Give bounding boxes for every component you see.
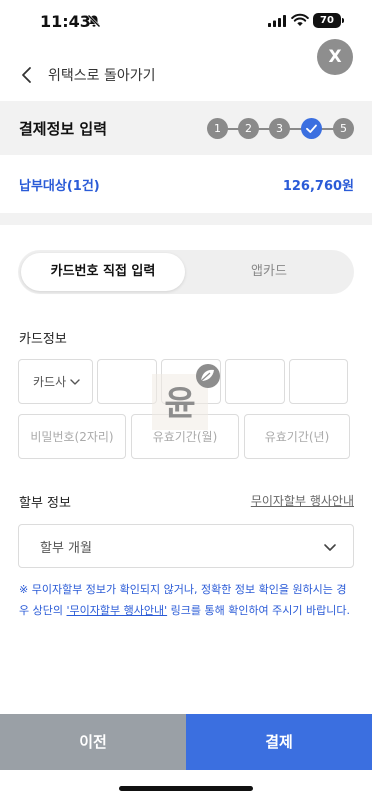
- pay-button[interactable]: 결제: [186, 714, 372, 770]
- signal-icon: [268, 15, 286, 27]
- bottom-safe-area: [0, 770, 372, 800]
- chevron-down-icon: [324, 544, 336, 551]
- card-number-field-4[interactable]: [289, 359, 348, 404]
- step-1: 1: [207, 118, 228, 139]
- card-number-field-1[interactable]: [97, 359, 157, 404]
- card-password-field[interactable]: 비밀번호(2자리): [18, 414, 126, 459]
- installment-months-select[interactable]: 할부 개월: [18, 524, 354, 568]
- expiry-year-placeholder: 유효기간(년): [264, 430, 330, 444]
- bell-off-icon: [87, 14, 101, 28]
- tab-app-card[interactable]: 앱카드: [187, 253, 351, 291]
- installment-label: 할부 정보: [19, 496, 71, 511]
- battery-tip: [342, 18, 344, 23]
- battery-icon: 70: [313, 13, 341, 28]
- wifi-icon: [291, 13, 309, 26]
- payment-target-amount: 126,760원: [282, 179, 354, 194]
- card-input-mode-tabs: 카드번호 직접 입력 앱카드: [18, 250, 354, 294]
- card-company-select[interactable]: 카드사: [18, 359, 93, 404]
- interest-free-event-link[interactable]: 무이자할부 행사안내: [251, 492, 354, 509]
- step-2: 2: [238, 118, 259, 139]
- card-info-label: 카드정보: [19, 332, 67, 347]
- card-number-field-3[interactable]: [225, 359, 285, 404]
- card-company-placeholder: 카드사: [33, 375, 67, 389]
- home-indicator: [119, 786, 253, 791]
- step-header: 결제정보 입력 1 2 3 5: [0, 101, 372, 155]
- section-divider: [0, 213, 372, 225]
- payment-target-label: 납부대상(1건): [19, 179, 100, 194]
- installment-placeholder: 할부 개월: [40, 540, 92, 556]
- back-label: 위택스로 돌아가기: [48, 68, 156, 84]
- expiry-year-field[interactable]: 유효기간(년): [244, 414, 350, 459]
- step-5: 5: [333, 118, 354, 139]
- step-indicator: 1 2 3 5: [207, 118, 355, 140]
- installment-notice: ※ 무이자할부 정보가 확인되지 않거나, 정확한 정보 확인을 원하시는 경우…: [19, 579, 355, 621]
- page-title: 결제정보 입력: [19, 120, 108, 138]
- step-3: 3: [269, 118, 290, 139]
- notice-event-link[interactable]: '무이자할부 행사안내': [66, 604, 167, 617]
- prev-button[interactable]: 이전: [0, 714, 186, 770]
- status-time: 11:43: [40, 12, 91, 31]
- close-button[interactable]: X: [317, 39, 353, 75]
- check-icon: [306, 124, 317, 133]
- back-navigation[interactable]: 위택스로 돌아가기: [18, 62, 156, 88]
- status-bar: 11:43 70: [0, 0, 372, 46]
- watermark-char: 윤: [164, 384, 195, 424]
- watermark-logo: 윤: [152, 364, 220, 430]
- chevron-left-icon: [22, 67, 31, 83]
- card-password-placeholder: 비밀번호(2자리): [30, 430, 114, 444]
- tab-direct-card-input[interactable]: 카드번호 직접 입력: [21, 253, 185, 291]
- chevron-down-icon: [70, 378, 80, 385]
- step-4-current: [301, 118, 322, 139]
- notice-text-post: 링크를 통해 확인하여 주시기 바랍니다.: [167, 604, 351, 617]
